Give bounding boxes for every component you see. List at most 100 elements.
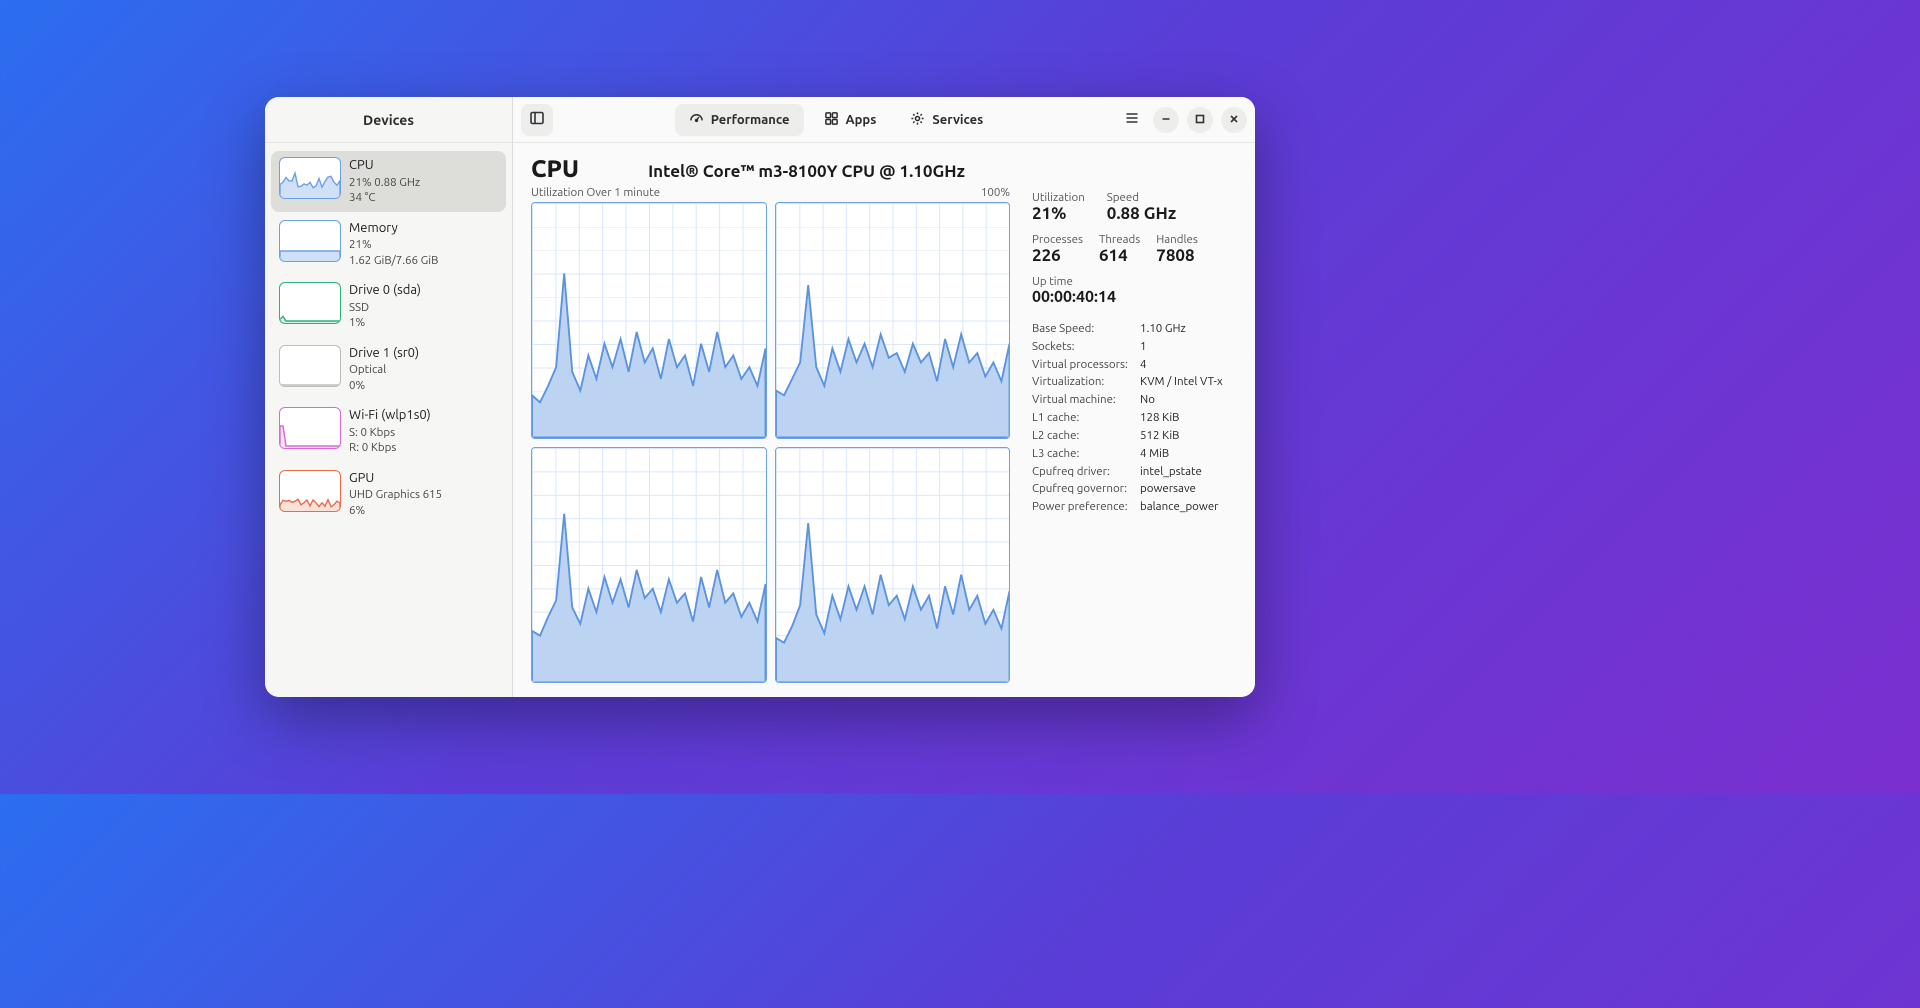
gauge-icon bbox=[689, 111, 704, 129]
stat-value: 7808 bbox=[1156, 246, 1198, 265]
device-line1: Optical bbox=[349, 362, 419, 378]
cpu-chart-0 bbox=[531, 202, 767, 439]
detail-row: Virtualization:KVM / Intel VT-x bbox=[1032, 373, 1237, 391]
detail-key: Power preference: bbox=[1032, 498, 1140, 516]
device-title: CPU bbox=[349, 157, 420, 175]
chart-x-label: Utilization Over 1 minute bbox=[531, 186, 660, 199]
device-title: GPU bbox=[349, 470, 442, 488]
cpu-chart-3 bbox=[775, 447, 1011, 684]
device-line2: R: 0 Kbps bbox=[349, 440, 431, 456]
menu-button[interactable] bbox=[1119, 110, 1145, 130]
stat-value: 0.88 GHz bbox=[1107, 204, 1176, 223]
device-text: GPUUHD Graphics 6156% bbox=[349, 470, 442, 519]
device-text: Drive 0 (sda)SSD1% bbox=[349, 282, 421, 331]
app-window: Devices CPU21% 0.88 GHz34 °C Memory21%1.6… bbox=[265, 97, 1255, 697]
close-icon bbox=[1228, 111, 1240, 129]
detail-key: Sockets: bbox=[1032, 338, 1140, 356]
stat-label: Speed bbox=[1107, 191, 1176, 204]
device-line2: 1% bbox=[349, 315, 421, 331]
device-line2: 0% bbox=[349, 378, 419, 394]
device-thumb bbox=[279, 470, 341, 512]
detail-key: Cpufreq driver: bbox=[1032, 463, 1140, 481]
device-item-wi-fi-wlp1s0-[interactable]: Wi-Fi (wlp1s0)S: 0 KbpsR: 0 Kbps bbox=[271, 401, 506, 462]
detail-value: 1.10 GHz bbox=[1140, 320, 1186, 338]
device-thumb bbox=[279, 407, 341, 449]
stat-label: Handles bbox=[1156, 233, 1198, 246]
stat-value: 226 bbox=[1032, 246, 1083, 265]
stat-uptime: Up time 00:00:40:14 bbox=[1032, 275, 1237, 306]
device-list: CPU21% 0.88 GHz34 °C Memory21%1.62 GiB/7.… bbox=[265, 143, 512, 532]
device-title: Memory bbox=[349, 220, 438, 238]
tab-services[interactable]: Services bbox=[896, 104, 997, 136]
device-title: Wi-Fi (wlp1s0) bbox=[349, 407, 431, 425]
device-line1: 21% 0.88 GHz bbox=[349, 175, 420, 191]
detail-value: powersave bbox=[1140, 480, 1196, 498]
device-text: Drive 1 (sr0)Optical0% bbox=[349, 345, 419, 394]
stat-utilization: Utilization 21% bbox=[1032, 191, 1085, 223]
main-area: Performance Apps Services bbox=[513, 97, 1255, 697]
tab-bar: Performance Apps Services bbox=[561, 104, 1111, 136]
device-item-cpu[interactable]: CPU21% 0.88 GHz34 °C bbox=[271, 151, 506, 212]
stat-processes: Processes 226 bbox=[1032, 233, 1083, 265]
device-line1: S: 0 Kbps bbox=[349, 425, 431, 441]
detail-value: 4 MiB bbox=[1140, 445, 1169, 463]
detail-key: L2 cache: bbox=[1032, 427, 1140, 445]
tab-label: Performance bbox=[711, 113, 790, 127]
close-button[interactable] bbox=[1221, 107, 1247, 133]
detail-key: Cpufreq governor: bbox=[1032, 480, 1140, 498]
tab-performance[interactable]: Performance bbox=[675, 104, 804, 136]
chart-y-max: 100% bbox=[981, 186, 1010, 199]
device-line1: UHD Graphics 615 bbox=[349, 487, 442, 503]
tab-label: Services bbox=[932, 113, 983, 127]
device-thumb bbox=[279, 220, 341, 262]
device-line2: 1.62 GiB/7.66 GiB bbox=[349, 253, 438, 269]
device-title: Drive 1 (sr0) bbox=[349, 345, 419, 363]
detail-key: Virtual machine: bbox=[1032, 391, 1140, 409]
detail-key: Virtualization: bbox=[1032, 373, 1140, 391]
stat-label: Threads bbox=[1099, 233, 1140, 246]
stat-label: Up time bbox=[1032, 275, 1237, 288]
page-header: CPU Intel® Core™ m3-8100Y CPU @ 1.10GHz bbox=[531, 155, 1010, 182]
detail-value: 128 KiB bbox=[1140, 409, 1179, 427]
detail-row: Sockets:1 bbox=[1032, 338, 1237, 356]
device-item-gpu[interactable]: GPUUHD Graphics 6156% bbox=[271, 464, 506, 525]
content: CPU Intel® Core™ m3-8100Y CPU @ 1.10GHz … bbox=[513, 143, 1255, 697]
device-title: Drive 0 (sda) bbox=[349, 282, 421, 300]
stat-speed: Speed 0.88 GHz bbox=[1107, 191, 1176, 223]
detail-key: L1 cache: bbox=[1032, 409, 1140, 427]
detail-value: No bbox=[1140, 391, 1155, 409]
device-thumb bbox=[279, 157, 341, 199]
device-item-memory[interactable]: Memory21%1.62 GiB/7.66 GiB bbox=[271, 214, 506, 275]
device-text: Wi-Fi (wlp1s0)S: 0 KbpsR: 0 Kbps bbox=[349, 407, 431, 456]
tab-apps[interactable]: Apps bbox=[810, 104, 891, 136]
detail-row: Power preference:balance_power bbox=[1032, 498, 1237, 516]
detail-value: 1 bbox=[1140, 338, 1147, 356]
minimize-button[interactable] bbox=[1153, 107, 1179, 133]
apps-icon bbox=[824, 111, 839, 129]
detail-row: Cpufreq governor:powersave bbox=[1032, 480, 1237, 498]
stat-label: Processes bbox=[1032, 233, 1083, 246]
device-text: Memory21%1.62 GiB/7.66 GiB bbox=[349, 220, 438, 269]
device-text: CPU21% 0.88 GHz34 °C bbox=[349, 157, 420, 206]
device-item-drive-1-sr0-[interactable]: Drive 1 (sr0)Optical0% bbox=[271, 339, 506, 400]
detail-table: Base Speed:1.10 GHzSockets:1Virtual proc… bbox=[1032, 320, 1237, 516]
gear-icon bbox=[910, 111, 925, 129]
stat-label: Utilization bbox=[1032, 191, 1085, 204]
sidebar-header: Devices bbox=[265, 97, 512, 143]
device-item-drive-0-sda-[interactable]: Drive 0 (sda)SSD1% bbox=[271, 276, 506, 337]
device-thumb bbox=[279, 345, 341, 387]
detail-value: 4 bbox=[1140, 356, 1147, 374]
device-line2: 6% bbox=[349, 503, 442, 519]
detail-key: Virtual processors: bbox=[1032, 356, 1140, 374]
detail-key: L3 cache: bbox=[1032, 445, 1140, 463]
detail-row: L2 cache:512 KiB bbox=[1032, 427, 1237, 445]
maximize-button[interactable] bbox=[1187, 107, 1213, 133]
cpu-chart-2 bbox=[531, 447, 767, 684]
detail-key: Base Speed: bbox=[1032, 320, 1140, 338]
detail-value: 512 KiB bbox=[1140, 427, 1179, 445]
device-thumb bbox=[279, 282, 341, 324]
toolbar: Performance Apps Services bbox=[513, 97, 1255, 143]
toggle-sidebar-button[interactable] bbox=[521, 104, 553, 136]
page-title: CPU bbox=[531, 155, 579, 182]
cpu-chart-grid bbox=[531, 202, 1010, 683]
